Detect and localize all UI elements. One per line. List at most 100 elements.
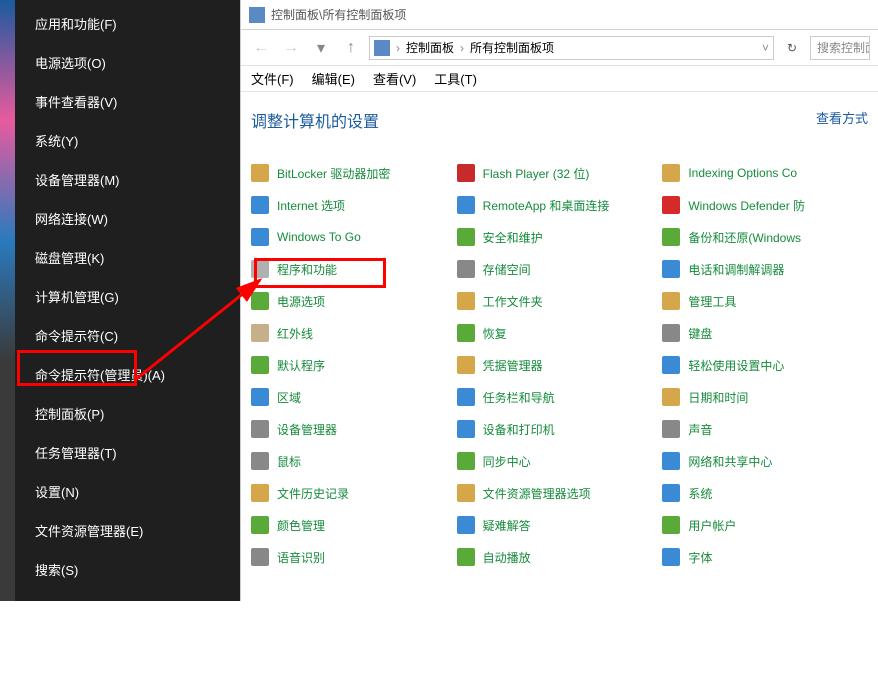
cp-item-icon [662, 292, 680, 310]
cp-item[interactable]: 红外线 [251, 322, 457, 344]
cp-item[interactable]: Windows Defender 防 [662, 194, 868, 216]
cp-item-label: 用户帐户 [688, 517, 736, 534]
cp-item[interactable]: 设备管理器 [251, 418, 457, 440]
cp-item-label: 区域 [277, 389, 301, 406]
cp-item[interactable]: 鼠标 [251, 450, 457, 472]
cp-item[interactable]: 颜色管理 [251, 514, 457, 536]
cp-item[interactable]: 系统 [662, 482, 868, 504]
cp-item[interactable]: 键盘 [662, 322, 868, 344]
cp-item-label: 自动播放 [483, 549, 531, 566]
cp-item-icon [457, 324, 475, 342]
view-mode-selector[interactable]: 查看方式 [816, 108, 868, 127]
menu-cmd[interactable]: 命令提示符(C) [15, 316, 240, 355]
menu-view[interactable]: 查看(V) [373, 69, 416, 88]
cp-item-icon [251, 516, 269, 534]
menu-control-panel[interactable]: 控制面板(P) [15, 394, 240, 433]
cp-item-label: 鼠标 [277, 453, 301, 470]
window-titlebar: 控制面板\所有控制面板项 [241, 0, 878, 30]
address-dropdown-icon[interactable]: ˅ [762, 41, 769, 55]
cp-item-label: 默认程序 [277, 357, 325, 374]
menu-settings[interactable]: 设置(N) [15, 472, 240, 511]
cp-item-icon [457, 516, 475, 534]
menu-network-connections[interactable]: 网络连接(W) [15, 199, 240, 238]
search-input[interactable]: 搜索控制面 [810, 36, 870, 60]
cp-item[interactable]: 文件历史记录 [251, 482, 457, 504]
cp-item[interactable]: Internet 选项 [251, 194, 457, 216]
cp-item-icon [251, 420, 269, 438]
cp-item[interactable]: 恢复 [457, 322, 663, 344]
cp-item-label: 同步中心 [483, 453, 531, 470]
cp-item[interactable]: 程序和功能 [251, 258, 457, 280]
menu-task-manager[interactable]: 任务管理器(T) [15, 433, 240, 472]
cp-item-label: 系统 [688, 485, 712, 502]
menu-file[interactable]: 文件(F) [251, 69, 294, 88]
control-panel-icon [374, 40, 390, 56]
cp-item-label: 轻松使用设置中心 [688, 357, 784, 374]
cp-item[interactable]: 同步中心 [457, 450, 663, 472]
refresh-button[interactable]: ↻ [780, 36, 804, 60]
breadcrumb-part[interactable]: 所有控制面板项 [470, 39, 554, 56]
cp-item[interactable]: 安全和维护 [457, 226, 663, 248]
cp-item-icon [457, 260, 475, 278]
cp-item-icon [457, 164, 475, 182]
cp-item[interactable]: 设备和打印机 [457, 418, 663, 440]
cp-item[interactable]: BitLocker 驱动器加密 [251, 162, 457, 184]
cp-item[interactable]: Flash Player (32 位) [457, 162, 663, 184]
cp-item[interactable]: 自动播放 [457, 546, 663, 568]
cp-item-label: 备份和还原(Windows [688, 229, 801, 246]
cp-item[interactable]: 工作文件夹 [457, 290, 663, 312]
cp-item[interactable]: 网络和共享中心 [662, 450, 868, 472]
cp-item[interactable]: 语音识别 [251, 546, 457, 568]
control-panel-window: 控制面板\所有控制面板项 ← → ▾ ↑ › 控制面板 › 所有控制面板项 ˅ … [240, 0, 878, 601]
menu-run[interactable]: 运行(R) [15, 589, 240, 628]
cp-item-label: 管理工具 [688, 293, 736, 310]
cp-item[interactable]: 电话和调制解调器 [662, 258, 868, 280]
cp-item[interactable]: 默认程序 [251, 354, 457, 376]
back-button[interactable]: ← [249, 36, 273, 60]
menu-disk-management[interactable]: 磁盘管理(K) [15, 238, 240, 277]
menu-edit[interactable]: 编辑(E) [312, 69, 355, 88]
cp-item-label: 文件资源管理器选项 [483, 485, 591, 502]
cp-item-icon [457, 228, 475, 246]
menu-shutdown[interactable]: 关机或注销(U) › [15, 638, 240, 677]
cp-item[interactable]: 字体 [662, 546, 868, 568]
menu-device-manager[interactable]: 设备管理器(M) [15, 160, 240, 199]
cp-item-label: 字体 [688, 549, 712, 566]
menu-bar: 文件(F) 编辑(E) 查看(V) 工具(T) [241, 66, 878, 92]
cp-item[interactable]: Indexing Options Co [662, 162, 868, 184]
cp-item[interactable]: 日期和时间 [662, 386, 868, 408]
cp-item[interactable]: 文件资源管理器选项 [457, 482, 663, 504]
cp-item-icon [662, 356, 680, 374]
forward-button[interactable]: → [279, 36, 303, 60]
control-panel-items: BitLocker 驱动器加密 Internet 选项 Windows To Go 程… [251, 162, 868, 568]
cp-item-icon [457, 356, 475, 374]
history-dropdown[interactable]: ▾ [309, 36, 333, 60]
cp-item[interactable]: 区域 [251, 386, 457, 408]
cp-item[interactable]: 凭据管理器 [457, 354, 663, 376]
breadcrumb-part[interactable]: 控制面板 [406, 39, 454, 56]
cp-item[interactable]: 备份和还原(Windows [662, 226, 868, 248]
menu-search[interactable]: 搜索(S) [15, 550, 240, 589]
cp-item[interactable]: Windows To Go [251, 226, 457, 248]
cp-item[interactable]: 管理工具 [662, 290, 868, 312]
up-button[interactable]: ↑ [339, 36, 363, 60]
cp-item[interactable]: 存储空间 [457, 258, 663, 280]
cp-item[interactable]: 电源选项 [251, 290, 457, 312]
cp-item-label: 凭据管理器 [483, 357, 543, 374]
menu-file-explorer[interactable]: 文件资源管理器(E) [15, 511, 240, 550]
cp-item[interactable]: 任务栏和导航 [457, 386, 663, 408]
cp-item-icon [251, 164, 269, 182]
cp-item[interactable]: 用户帐户 [662, 514, 868, 536]
cp-item[interactable]: RemoteApp 和桌面连接 [457, 194, 663, 216]
menu-cmd-admin[interactable]: 命令提示符(管理员)(A) [15, 355, 240, 394]
menu-apps-features[interactable]: 应用和功能(F) [15, 4, 240, 43]
menu-system[interactable]: 系统(Y) [15, 121, 240, 160]
cp-item[interactable]: 声音 [662, 418, 868, 440]
cp-item[interactable]: 轻松使用设置中心 [662, 354, 868, 376]
menu-power-options[interactable]: 电源选项(O) [15, 43, 240, 82]
menu-tools[interactable]: 工具(T) [434, 69, 477, 88]
cp-item[interactable]: 疑难解答 [457, 514, 663, 536]
menu-event-viewer[interactable]: 事件查看器(V) [15, 82, 240, 121]
address-bar[interactable]: › 控制面板 › 所有控制面板项 ˅ [369, 36, 774, 60]
menu-computer-management[interactable]: 计算机管理(G) [15, 277, 240, 316]
